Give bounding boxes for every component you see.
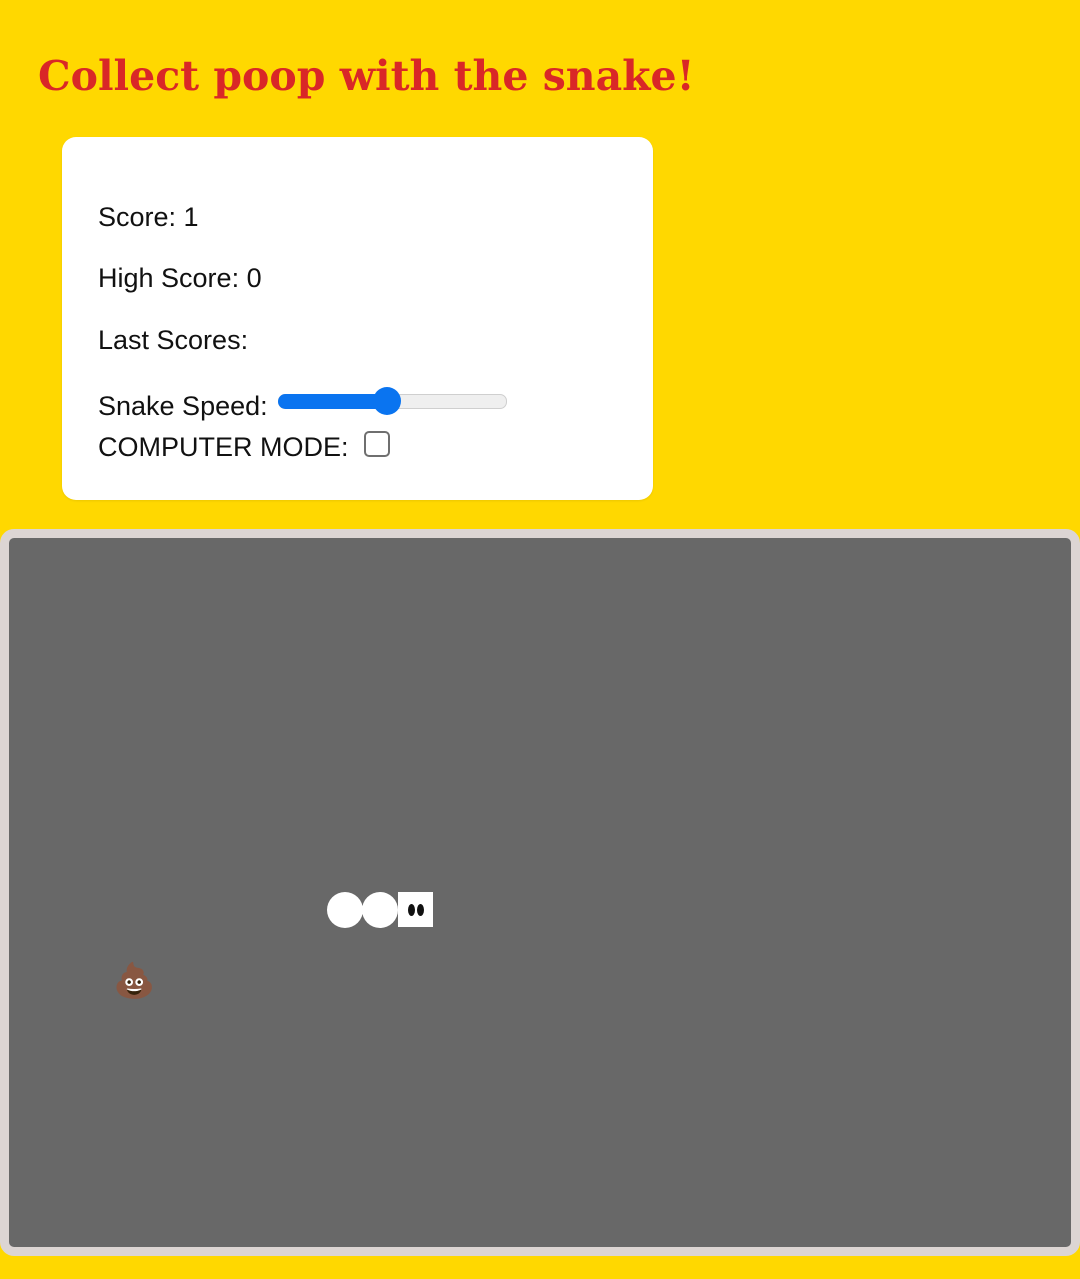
snake-body-segment: [327, 892, 363, 928]
score-text: Score: 1: [98, 202, 199, 232]
speed-row: Snake Speed:: [98, 387, 507, 422]
snake-eye-icon: [417, 904, 424, 916]
high-score-text: High Score: 0: [98, 263, 262, 293]
scoreboard-panel: Score: 1 High Score: 0 Last Scores: Snak…: [62, 137, 653, 500]
speed-slider[interactable]: [277, 386, 507, 416]
snake-body-segment: [362, 892, 398, 928]
last-scores-text: Last Scores:: [98, 325, 249, 355]
snake-head: [398, 892, 433, 927]
game-board[interactable]: 💩: [0, 529, 1080, 1256]
computer-mode-row: COMPUTER MODE:: [98, 431, 390, 463]
computer-mode-label: COMPUTER MODE:: [98, 432, 349, 462]
snake-eye-icon: [408, 904, 415, 916]
speed-slider-thumb[interactable]: [372, 387, 401, 415]
page-title: Collect poop with the snake!: [38, 52, 695, 100]
speed-label: Snake Speed:: [98, 391, 268, 421]
poop-icon: 💩: [113, 962, 156, 1000]
computer-mode-checkbox[interactable]: [363, 431, 390, 457]
speed-slider-fill: [277, 394, 387, 409]
